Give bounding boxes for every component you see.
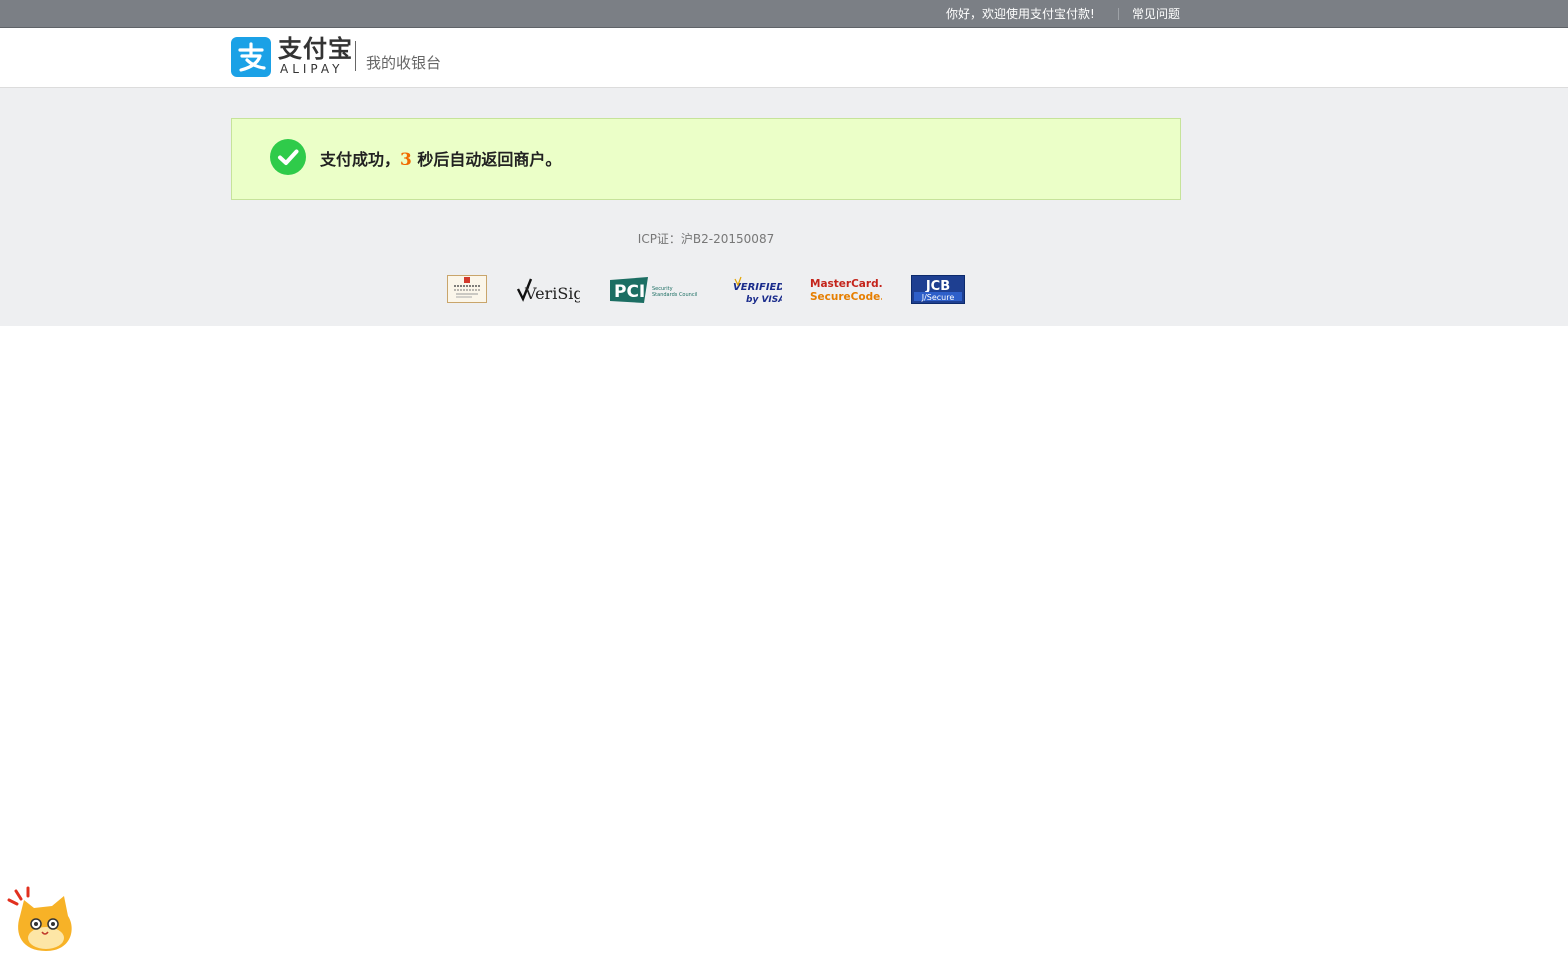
header: 支付宝 ALIPAY 我的收银台 <box>0 28 1568 88</box>
cert-seal-icon[interactable] <box>447 275 487 303</box>
logo-english: ALIPAY <box>280 62 344 76</box>
topbar-divider <box>1118 8 1119 20</box>
icp-license: ICP证：沪B2-20150087 <box>637 232 775 246</box>
logo-chinese: 支付宝 <box>278 35 353 63</box>
cat-mascot-icon[interactable] <box>6 886 78 951</box>
main-area: 支付成功，3 秒后自动返回商户。 ICP证：沪B2-20150087 VeriS… <box>0 88 1568 326</box>
faq-link[interactable]: 常见问题 <box>1132 7 1180 21</box>
top-bar: 你好，欢迎使用支付宝付款! 常见问题 <box>0 0 1568 28</box>
visa-label: VERIFIED <box>733 282 782 293</box>
success-text: 支付成功，3 秒后自动返回商户。 <box>320 150 561 170</box>
cashier-title: 我的收银台 <box>366 54 442 72</box>
securecode-label: SecureCode. <box>810 291 882 303</box>
mastercard-securecode-logo[interactable]: MasterCard. SecureCode. <box>810 275 884 305</box>
mastercard-label: MasterCard. <box>810 278 882 290</box>
jsecure-label: J/Secure <box>921 293 955 302</box>
visa-sub: by VISA <box>746 295 782 305</box>
svg-text:Standards Council: Standards Council <box>652 292 697 298</box>
logo-divider <box>355 41 356 71</box>
verisign-label: VeriSign <box>524 284 580 303</box>
pci-logo[interactable]: PCI Security Standards Council <box>608 275 704 305</box>
verified-by-visa-logo[interactable]: VERIFIED by VISA <box>732 275 785 305</box>
alipay-logo-icon[interactable] <box>231 37 271 77</box>
pci-label: PCI <box>614 282 645 302</box>
countdown-number: 3 <box>400 150 412 170</box>
verisign-logo[interactable]: VeriSign <box>516 275 594 305</box>
success-prefix: 支付成功， <box>320 150 401 169</box>
success-message-box: 支付成功，3 秒后自动返回商户。 <box>231 118 1181 200</box>
check-icon <box>270 139 306 175</box>
jcb-jsecure-logo[interactable]: JCB J/Secure <box>911 275 965 304</box>
welcome-text: 你好，欢迎使用支付宝付款! <box>946 7 1095 21</box>
success-suffix: 秒后自动返回商户。 <box>411 150 562 169</box>
jcb-label: JCB <box>925 279 950 294</box>
